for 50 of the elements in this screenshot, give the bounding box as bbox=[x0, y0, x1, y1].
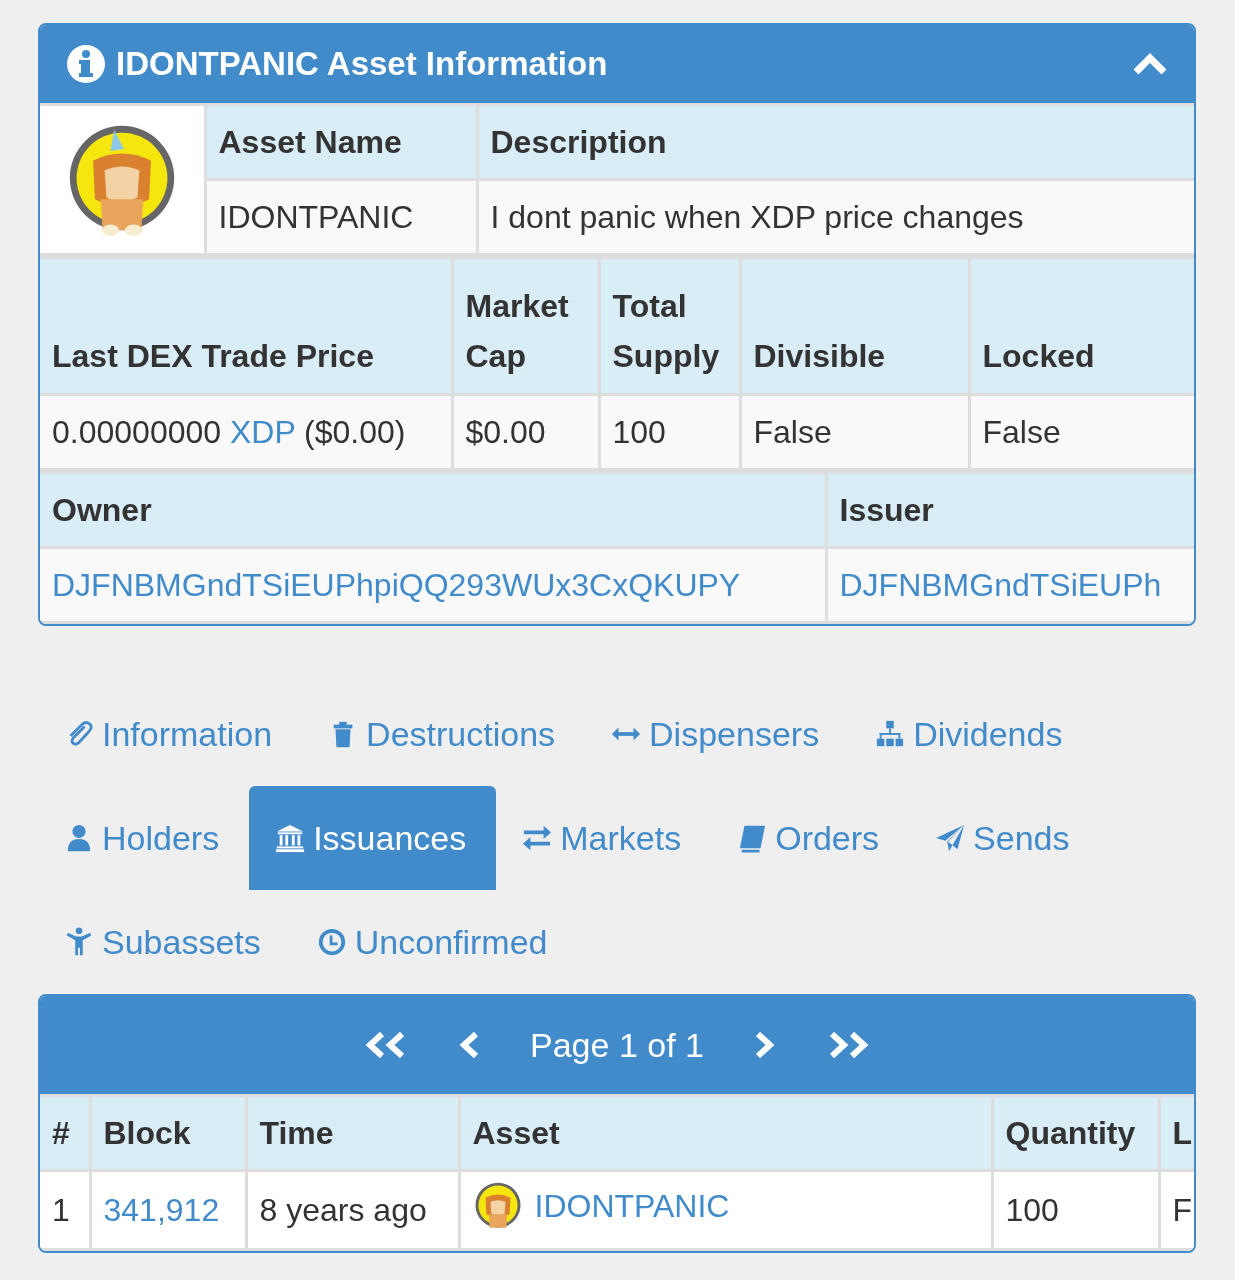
book-icon bbox=[737, 823, 768, 853]
column-header: Owner bbox=[40, 472, 826, 548]
clock-icon bbox=[316, 927, 347, 957]
panel-title: IDONTPANIC Asset Information bbox=[116, 45, 609, 83]
column-header: Locked bbox=[969, 257, 1194, 395]
cell-text: False bbox=[982, 413, 1061, 450]
column-header: # bbox=[40, 1095, 90, 1171]
table-cell: IDONTPANIC bbox=[205, 179, 477, 255]
page-indicator: Page 1 of 1 bbox=[530, 1025, 704, 1065]
asset-link[interactable]: IDONTPANIC bbox=[534, 1187, 730, 1225]
tab[interactable]: Sends bbox=[909, 786, 1100, 890]
column-header: Last DEX Trade Price bbox=[40, 257, 452, 395]
tab[interactable]: Unconfirmed bbox=[290, 890, 578, 994]
column-header: Issuer bbox=[826, 472, 1194, 548]
cell-text: 100 bbox=[612, 413, 666, 450]
table-cell: 8 years ago bbox=[259, 1191, 427, 1228]
column-header: Time bbox=[246, 1095, 459, 1171]
cell-text: False bbox=[753, 413, 832, 450]
column-header: Quantity bbox=[992, 1095, 1159, 1171]
tab[interactable]: Markets bbox=[496, 786, 712, 890]
column-header: Divisible bbox=[740, 257, 969, 395]
column-header: Asset Name bbox=[205, 104, 477, 180]
paper-plane-icon bbox=[935, 823, 966, 853]
column-header: L bbox=[1159, 1095, 1194, 1171]
tab[interactable]: Issuances bbox=[249, 786, 497, 890]
child-icon bbox=[64, 927, 94, 957]
table-cell: 1 bbox=[52, 1191, 70, 1228]
tab[interactable]: Dividends bbox=[849, 682, 1093, 786]
column-header: Market Cap bbox=[452, 257, 599, 395]
tab[interactable]: Destructions bbox=[302, 682, 586, 786]
cell-text: $0.00 bbox=[465, 413, 546, 450]
info-icon bbox=[66, 44, 106, 84]
tab[interactable]: Orders bbox=[711, 786, 910, 890]
collapse-caret-icon[interactable] bbox=[1132, 52, 1168, 76]
tab[interactable]: Dispensers bbox=[585, 682, 850, 786]
tab[interactable]: Information bbox=[38, 682, 303, 786]
column-header: Description bbox=[477, 104, 1194, 180]
column-header: Asset bbox=[459, 1095, 992, 1171]
table-cell: I dont panic when XDP price changes bbox=[477, 179, 1194, 255]
tab[interactable]: Holders bbox=[38, 786, 250, 890]
bank-icon bbox=[275, 823, 306, 853]
cell-text: 0.00000000 bbox=[52, 413, 223, 450]
asset-link[interactable]: XDP bbox=[229, 413, 296, 450]
tab[interactable]: Subassets bbox=[38, 890, 291, 994]
table-cell: 100 bbox=[1005, 1191, 1059, 1228]
column-header: Block bbox=[90, 1095, 246, 1171]
cell-text: ($0.00) bbox=[303, 413, 406, 450]
column-header: Total Supply bbox=[599, 257, 740, 395]
sitemap-icon bbox=[875, 719, 906, 749]
table-cell: F bbox=[1172, 1191, 1193, 1228]
